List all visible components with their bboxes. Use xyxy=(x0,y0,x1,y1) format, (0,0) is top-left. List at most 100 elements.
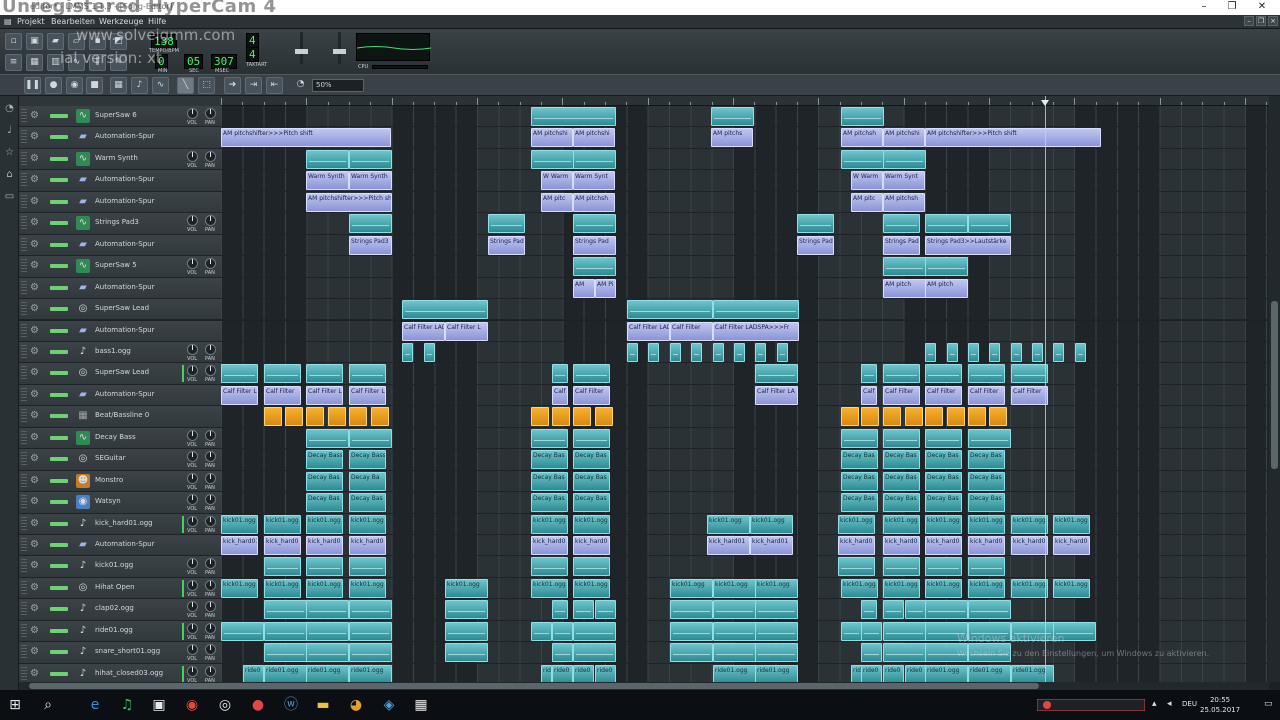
pattern-clip[interactable] xyxy=(841,107,884,126)
language-indicator[interactable]: DEU xyxy=(1182,700,1197,708)
automation-pattern[interactable]: kick_hard0 xyxy=(883,536,920,555)
pattern-clip[interactable] xyxy=(883,149,926,169)
mute-toggle[interactable] xyxy=(50,435,68,440)
pattern-clip[interactable] xyxy=(925,257,968,277)
track-name[interactable]: Automation-Spur xyxy=(95,175,155,183)
pattern-clip[interactable]: Decay Bas xyxy=(968,493,1005,513)
pattern-clip[interactable]: kick01.ogg xyxy=(1053,578,1090,598)
pattern-clip[interactable] xyxy=(306,149,349,169)
drag-handle[interactable] xyxy=(21,194,27,209)
pattern-clip[interactable]: ride0 xyxy=(573,664,594,682)
track-settings-icon[interactable]: ⚙ xyxy=(30,453,39,464)
mute-toggle[interactable] xyxy=(50,242,68,247)
automation-pattern[interactable]: kick_hard01 xyxy=(221,536,258,555)
pattern-clip[interactable] xyxy=(552,621,573,641)
automation-pattern[interactable]: AM pitchshi xyxy=(573,128,615,148)
pattern-clip[interactable]: Decay Bas xyxy=(968,450,1005,470)
automation-pattern[interactable]: Warm Synt xyxy=(883,171,925,191)
track-lane[interactable] xyxy=(221,427,1269,450)
subwindow-restore-icon[interactable]: ❐ xyxy=(1256,16,1266,26)
pattern-clip[interactable]: Decay Bas xyxy=(573,450,610,470)
automation-pattern[interactable]: AM pitc xyxy=(851,192,883,212)
automation-pattern[interactable]: AM pitchshifter>>>Pitch sh xyxy=(306,192,392,212)
pattern-clip[interactable]: Decay Bas xyxy=(531,450,568,470)
pattern-clip[interactable]: Decay Bas xyxy=(968,471,1005,491)
mute-toggle[interactable] xyxy=(50,371,68,376)
drag-handle[interactable] xyxy=(21,344,27,359)
pattern-clip[interactable]: kick01.ogg xyxy=(841,578,878,598)
song-editor-icon[interactable]: ≡ xyxy=(5,54,22,71)
mute-toggle[interactable] xyxy=(50,114,68,118)
track-name[interactable]: Automation-Spur xyxy=(95,197,155,205)
mute-toggle[interactable] xyxy=(50,178,68,183)
drag-handle[interactable] xyxy=(21,473,27,488)
pattern-clip[interactable] xyxy=(925,557,962,577)
app2-icon[interactable]: ◎ xyxy=(216,696,234,714)
track-name[interactable]: ride01.ogg xyxy=(95,626,133,634)
beat-pattern[interactable] xyxy=(285,407,303,427)
beat-pattern[interactable] xyxy=(328,407,346,427)
track-settings-icon[interactable]: ⚙ xyxy=(30,539,39,550)
pattern-clip[interactable]: kick01.ogg xyxy=(925,578,962,598)
drag-handle[interactable] xyxy=(21,516,27,531)
drag-handle[interactable] xyxy=(21,237,27,252)
pattern-clip[interactable] xyxy=(531,557,568,577)
horizontal-scroll-thumb[interactable] xyxy=(29,683,1039,689)
automation-pattern[interactable]: AM pitch xyxy=(883,278,926,298)
pattern-clip[interactable]: ride01.ogg xyxy=(306,664,349,682)
pattern-clip[interactable] xyxy=(648,342,659,362)
pattern-clip[interactable] xyxy=(925,364,962,384)
pan-knob[interactable] xyxy=(205,215,216,227)
track-name[interactable]: Decay Bass xyxy=(95,433,136,441)
add-beat-track-icon[interactable]: ▦ xyxy=(110,77,127,94)
pattern-clip[interactable]: Decay Bas xyxy=(925,450,962,470)
automation-pattern[interactable]: Calf xyxy=(552,385,568,405)
pattern-clip[interactable]: Decay Bass xyxy=(306,450,343,470)
beat-pattern[interactable] xyxy=(883,407,901,427)
automation-pattern[interactable]: Calf Filter LAD xyxy=(627,321,670,341)
open-project-icon[interactable]: ▰ xyxy=(47,33,64,50)
drag-handle[interactable] xyxy=(21,452,27,467)
root-directory-icon[interactable]: ▭ xyxy=(3,190,16,203)
automation-pattern[interactable]: Strings Pad xyxy=(883,235,920,255)
drag-handle[interactable] xyxy=(21,280,27,295)
pattern-clip[interactable] xyxy=(883,214,920,234)
drag-handle[interactable] xyxy=(21,645,27,660)
track-settings-icon[interactable]: ⚙ xyxy=(30,432,39,443)
chrome-icon[interactable]: ◕ xyxy=(347,696,365,714)
subwindow-close-icon[interactable]: × xyxy=(1268,16,1278,26)
menu-werkzeuge[interactable]: Werkzeuge xyxy=(99,17,143,26)
automation-pattern[interactable]: Warm Synth xyxy=(349,171,392,191)
pattern-clip[interactable] xyxy=(713,600,756,620)
pattern-clip[interactable]: kick01.ogg xyxy=(573,578,610,598)
pattern-clip[interactable]: Decay Bas xyxy=(883,471,920,491)
pattern-clip[interactable] xyxy=(713,300,799,320)
track-lane[interactable] xyxy=(221,148,1269,171)
automation-pattern[interactable]: Strings Pad xyxy=(573,235,616,255)
pattern-clip[interactable] xyxy=(777,342,788,362)
mute-toggle[interactable] xyxy=(50,156,68,161)
pattern-clip[interactable] xyxy=(841,149,884,169)
pattern-clip[interactable] xyxy=(905,600,926,620)
wordpress-icon[interactable]: ⓦ xyxy=(282,696,300,714)
pattern-clip[interactable]: kick01.ogg xyxy=(221,514,258,534)
pattern-clip[interactable] xyxy=(755,621,798,641)
pattern-clip[interactable] xyxy=(573,600,594,620)
pattern-clip[interactable]: ride01.ogg xyxy=(968,664,1011,682)
pattern-clip[interactable] xyxy=(861,643,882,663)
pattern-clip[interactable] xyxy=(968,428,1011,448)
clock[interactable]: 20:55 25.05.2017 xyxy=(1200,695,1240,715)
track-settings-icon[interactable]: ⚙ xyxy=(30,603,39,614)
pattern-clip[interactable] xyxy=(627,300,713,320)
automation-pattern[interactable]: AM pitchshifter>>>Pitch shift xyxy=(925,128,1101,148)
pattern-clip[interactable] xyxy=(713,621,756,641)
pattern-clip[interactable]: Decay Bas xyxy=(925,471,962,491)
pan-knob[interactable] xyxy=(205,365,216,377)
automation-pattern[interactable]: kick_hard0 xyxy=(531,536,568,555)
pattern-clip[interactable] xyxy=(670,643,713,663)
track-settings-icon[interactable]: ⚙ xyxy=(30,646,39,657)
template-icon[interactable]: ▣ xyxy=(26,33,43,50)
pattern-clip[interactable]: kick01.ogg xyxy=(750,514,793,534)
new-project-icon[interactable]: ▫ xyxy=(5,33,22,50)
pattern-clip[interactable] xyxy=(670,600,713,620)
